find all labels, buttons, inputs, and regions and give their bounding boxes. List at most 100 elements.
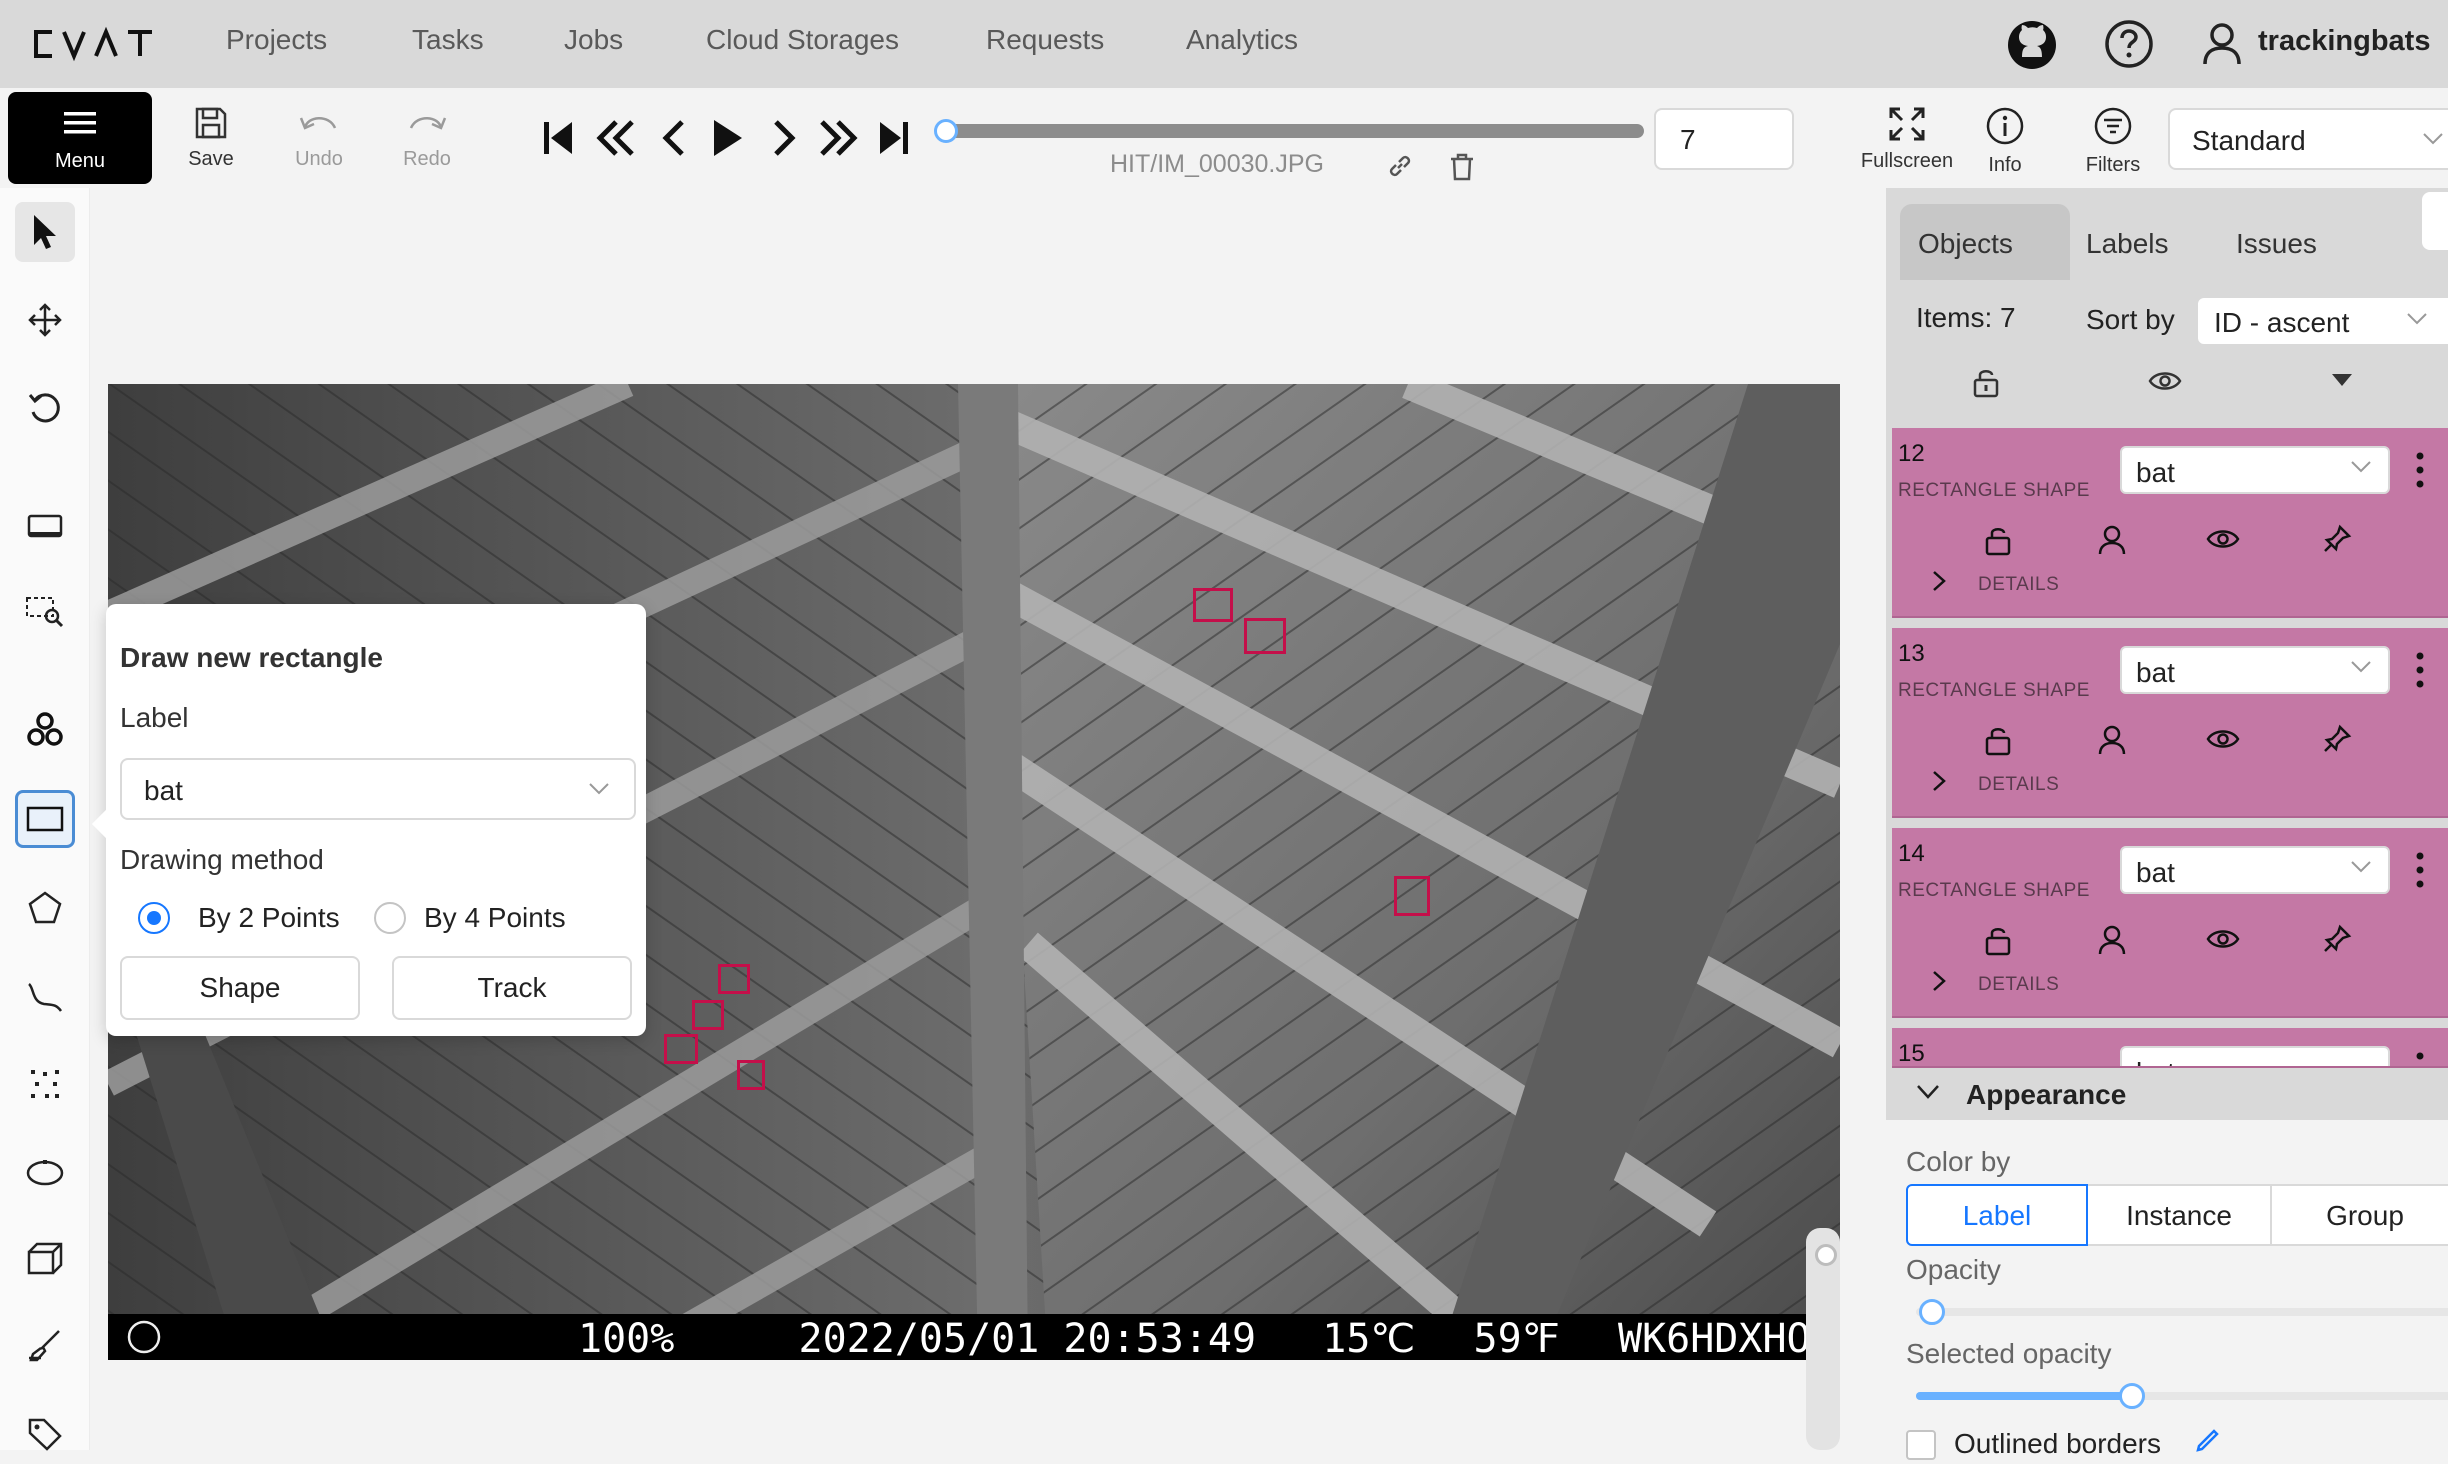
bat-annotation-box[interactable] — [1244, 618, 1286, 654]
object-label-select[interactable]: bat — [2120, 1046, 2390, 1066]
more-vertical-icon[interactable] — [2414, 650, 2426, 690]
object-details-toggle[interactable]: DETAILS — [1978, 574, 2059, 596]
object-label-select[interactable]: bat — [2120, 846, 2390, 894]
user-icon[interactable] — [2098, 724, 2126, 756]
info-button[interactable]: Info — [1960, 106, 2050, 180]
object-label-select[interactable]: bat — [2120, 646, 2390, 694]
back-step-icon[interactable] — [594, 116, 638, 160]
ai-tools[interactable] — [15, 700, 75, 760]
workspace-select[interactable]: Standard — [2168, 108, 2448, 170]
undo-button[interactable]: Undo — [274, 106, 364, 180]
bat-annotation-box[interactable] — [737, 1060, 765, 1090]
outlined-borders-label[interactable]: Outlined borders — [1954, 1428, 2161, 1460]
object-card[interactable]: 14 RECTANGLE SHAPE bat DETAILS — [1892, 828, 2448, 1018]
more-vertical-icon[interactable] — [2414, 450, 2426, 490]
bat-annotation-box[interactable] — [664, 1034, 698, 1064]
bat-annotation-box[interactable] — [1193, 588, 1233, 622]
bat-annotation-box[interactable] — [1394, 876, 1430, 916]
setup-tag-tool[interactable] — [15, 1404, 75, 1464]
eye-icon[interactable] — [2206, 524, 2240, 554]
draw-ellipse-tool[interactable] — [15, 1142, 75, 1202]
delete-frame-icon[interactable] — [1448, 152, 1476, 182]
by-4-points-radio[interactable] — [374, 902, 406, 934]
object-label-select[interactable]: bat — [2120, 446, 2390, 494]
opacity-slider[interactable] — [1916, 1308, 2448, 1316]
nav-projects[interactable]: Projects — [226, 24, 327, 56]
nav-jobs[interactable]: Jobs — [564, 24, 623, 56]
user-icon[interactable] — [2098, 524, 2126, 556]
object-card[interactable]: 15 bat — [1892, 1028, 2448, 1068]
tab-objects[interactable]: Objects — [1918, 228, 2013, 260]
chevron-right-icon[interactable] — [1932, 570, 1946, 592]
move-tool[interactable] — [15, 290, 75, 350]
user-icon[interactable] — [2202, 22, 2242, 66]
username[interactable]: trackingbats — [2258, 25, 2430, 58]
fullscreen-button[interactable]: Fullscreen — [1852, 106, 1962, 180]
next-frame-icon[interactable] — [762, 116, 806, 160]
user-icon[interactable] — [2098, 924, 2126, 956]
canvas-scroll-knob[interactable] — [1815, 1244, 1837, 1266]
object-card[interactable]: 13 RECTANGLE SHAPE bat DETAILS — [1892, 628, 2448, 818]
draw-polygon-tool[interactable] — [15, 878, 75, 938]
lock-icon[interactable] — [1984, 524, 2012, 556]
first-frame-icon[interactable] — [536, 116, 580, 160]
nav-cloud-storages[interactable]: Cloud Storages — [706, 24, 899, 56]
save-button[interactable]: Save — [166, 106, 256, 180]
forward-step-icon[interactable] — [816, 116, 860, 160]
frame-slider[interactable] — [944, 124, 1644, 138]
chevron-right-icon[interactable] — [1932, 770, 1946, 792]
by-4-points-label[interactable]: By 4 Points — [424, 902, 566, 934]
fit-image-tool[interactable] — [15, 496, 75, 556]
bat-annotation-box[interactable] — [718, 964, 750, 994]
nav-tasks[interactable]: Tasks — [412, 24, 484, 56]
sort-select[interactable]: ID - ascent — [2196, 296, 2448, 346]
opacity-slider-handle[interactable] — [1919, 1299, 1946, 1325]
previous-frame-icon[interactable] — [652, 116, 696, 160]
object-details-toggle[interactable]: DETAILS — [1978, 774, 2059, 796]
frame-slider-handle[interactable] — [934, 119, 958, 143]
label-select[interactable]: bat — [120, 758, 636, 820]
draw-cuboid-tool[interactable] — [15, 1228, 75, 1288]
selected-opacity-slider-handle[interactable] — [2119, 1383, 2145, 1409]
object-details-toggle[interactable]: DETAILS — [1978, 974, 2059, 996]
rotate-tool[interactable] — [15, 378, 75, 438]
lock-icon[interactable] — [1984, 924, 2012, 956]
filters-button[interactable]: Filters — [2068, 106, 2158, 180]
draw-track-button[interactable]: Track — [392, 956, 632, 1020]
by-2-points-label[interactable]: By 2 Points — [198, 902, 340, 934]
last-frame-icon[interactable] — [872, 116, 916, 160]
pin-icon[interactable] — [2322, 724, 2352, 754]
eye-icon[interactable] — [2206, 724, 2240, 754]
caret-down-icon[interactable] — [2330, 372, 2354, 388]
github-icon[interactable] — [2006, 19, 2058, 71]
frame-number-input[interactable]: 7 — [1654, 108, 1794, 170]
outlined-borders-checkbox[interactable] — [1906, 1430, 1936, 1460]
chevron-right-icon[interactable] — [1932, 970, 1946, 992]
eye-all-icon[interactable] — [2148, 366, 2182, 396]
redo-button[interactable]: Redo — [382, 106, 472, 180]
color-by-group-option[interactable]: Group — [2270, 1184, 2448, 1246]
chevron-down-icon[interactable] — [1916, 1084, 1940, 1100]
help-icon[interactable] — [2104, 19, 2154, 69]
more-vertical-icon[interactable] — [2414, 1050, 2426, 1068]
cvat-logo[interactable] — [30, 22, 170, 66]
color-picker-icon[interactable] — [2190, 1428, 2220, 1458]
play-icon[interactable] — [704, 116, 748, 160]
menu-button[interactable]: Menu — [8, 92, 152, 184]
collapse-sidebar-button[interactable] — [2422, 192, 2448, 250]
draw-polyline-tool[interactable] — [15, 966, 75, 1026]
object-card[interactable]: 12 RECTANGLE SHAPE bat DETAILS — [1892, 428, 2448, 618]
tab-labels[interactable]: Labels — [2086, 228, 2169, 260]
eye-icon[interactable] — [2206, 924, 2240, 954]
pin-icon[interactable] — [2322, 924, 2352, 954]
link-icon[interactable] — [1386, 152, 1414, 180]
color-by-instance-option[interactable]: Instance — [2086, 1184, 2272, 1246]
draw-shape-button[interactable]: Shape — [120, 956, 360, 1020]
zoom-region-tool[interactable] — [15, 582, 75, 642]
tab-issues[interactable]: Issues — [2236, 228, 2317, 260]
color-by-label-option[interactable]: Label — [1906, 1184, 2088, 1246]
bat-annotation-box[interactable] — [692, 1000, 724, 1030]
more-vertical-icon[interactable] — [2414, 850, 2426, 890]
lock-all-icon[interactable] — [1972, 366, 2000, 398]
draw-rectangle-tool[interactable] — [15, 790, 75, 848]
